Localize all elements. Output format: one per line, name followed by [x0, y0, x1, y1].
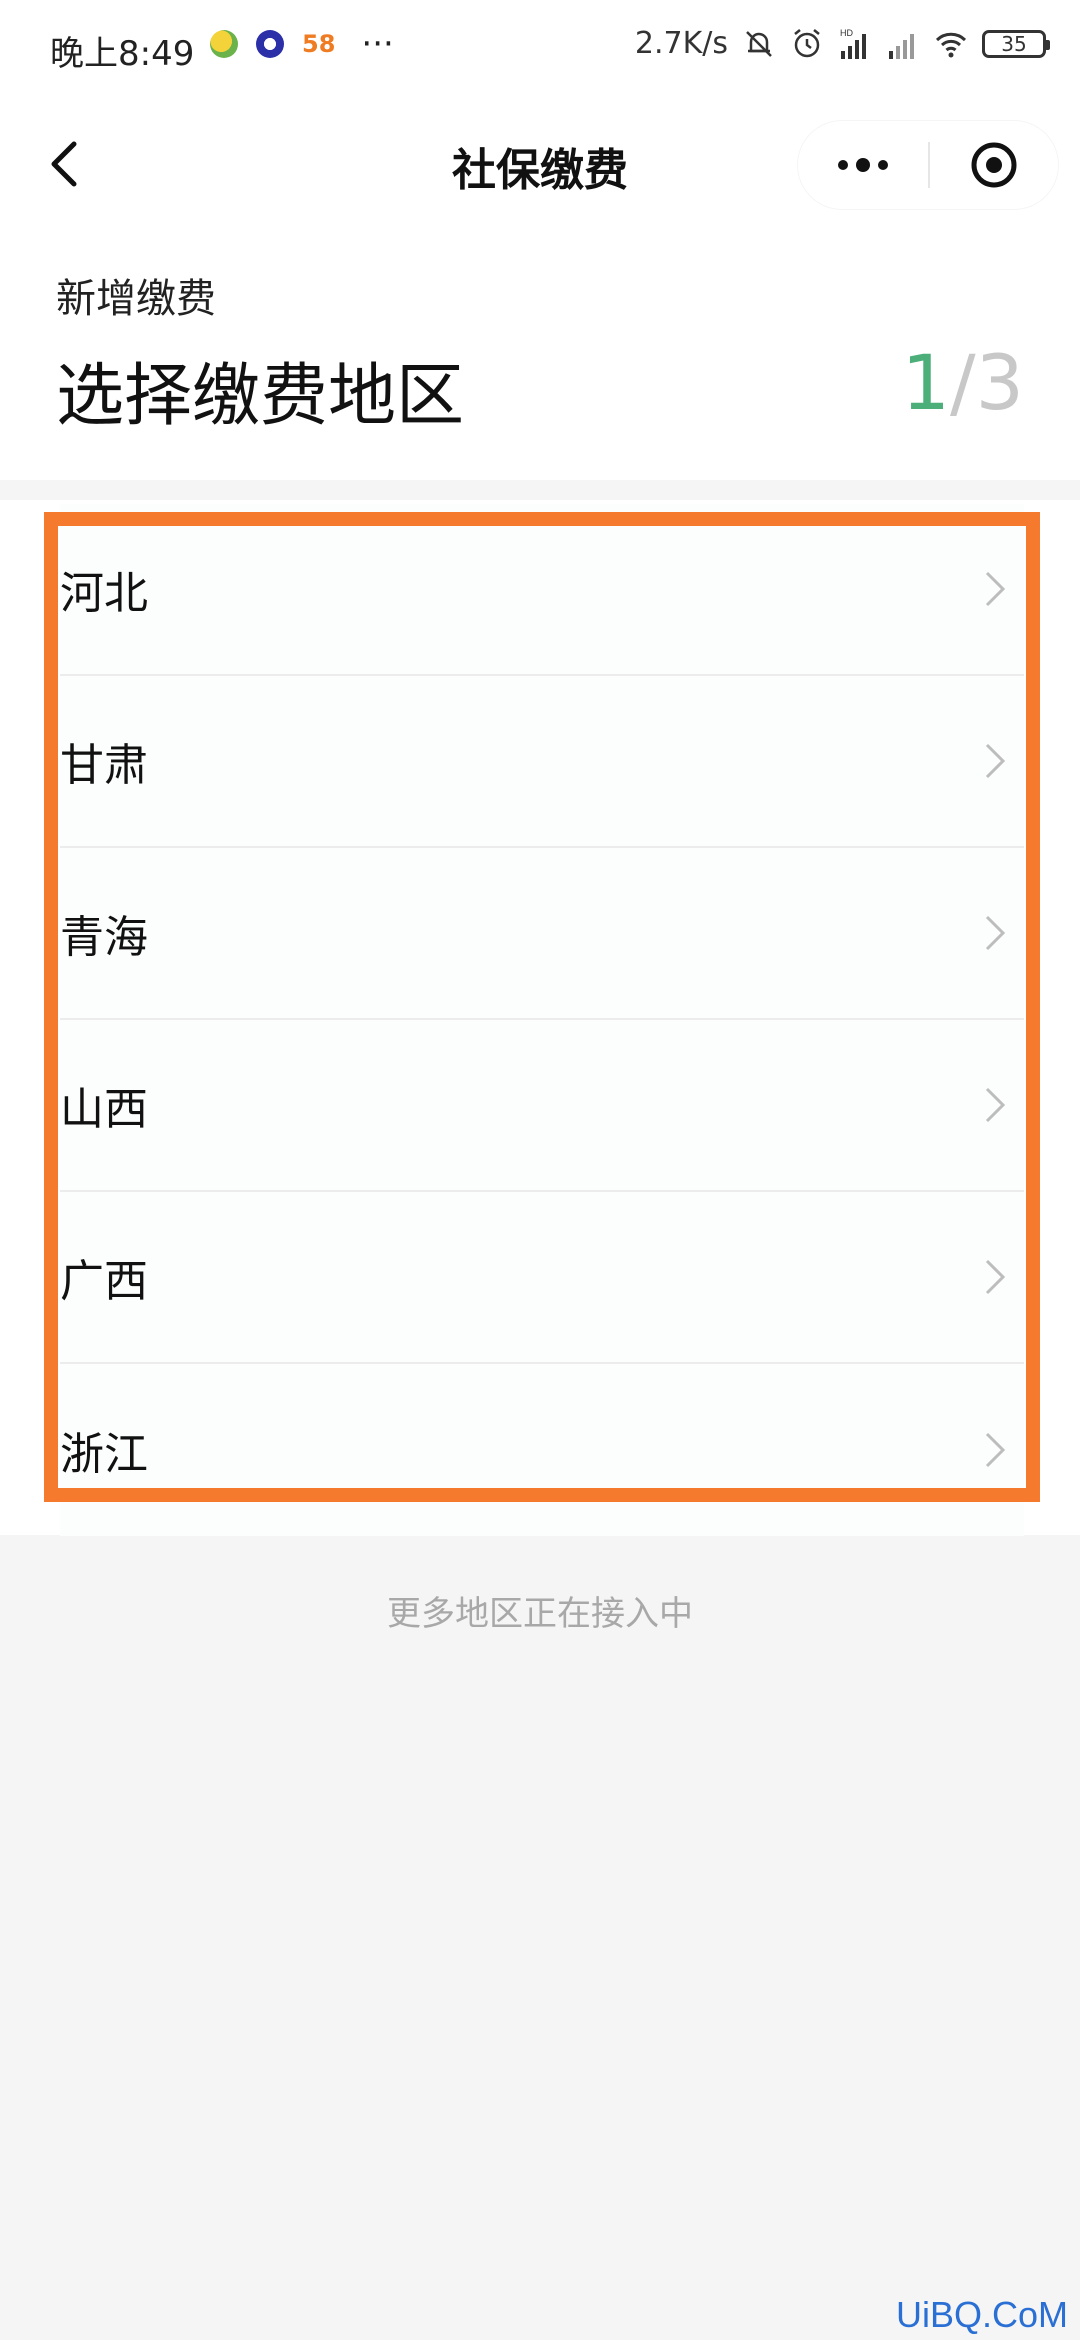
status-right: 2.7K/s HD 35: [634, 26, 1050, 61]
region-label: 青海: [60, 912, 148, 963]
region-list: 河北 甘肃 青海 山西 广西 浙江: [0, 500, 1080, 1536]
more-notifications-icon: ···: [361, 24, 394, 64]
page-header: 新增缴费 选择缴费地区 1/3: [0, 230, 1080, 480]
app-notification-icon: [210, 30, 238, 58]
list-item[interactable]: 青海: [60, 848, 1024, 1020]
region-label: 甘肃: [60, 740, 148, 791]
footer-note: 更多地区正在接入中: [387, 1594, 693, 1634]
list-item[interactable]: 山西: [60, 1020, 1024, 1192]
chevron-right-icon: [985, 1087, 1006, 1123]
network-speed: 2.7K/s: [634, 26, 728, 61]
list-item[interactable]: 河北: [60, 504, 1024, 676]
chevron-right-icon: [985, 915, 1006, 951]
chevron-right-icon: [985, 1259, 1006, 1295]
chevron-right-icon: [985, 571, 1006, 607]
alarm-icon: [794, 28, 820, 57]
list-item[interactable]: 甘肃: [60, 676, 1024, 848]
list-item[interactable]: 浙江: [60, 1364, 1024, 1536]
svg-text:HD: HD: [840, 28, 853, 38]
region-label: 广西: [60, 1256, 148, 1307]
list-item[interactable]: 广西: [60, 1192, 1024, 1364]
mini-program-capsule: [798, 121, 1058, 209]
signal-hd-icon: HD: [840, 28, 866, 59]
more-dots-icon: [838, 158, 888, 172]
battery-icon: 35: [982, 29, 1050, 58]
signal-icon: [889, 33, 914, 59]
nav-bar: 社保缴费: [0, 100, 1080, 230]
step-separator: /: [950, 338, 976, 427]
bell-muted-icon: [746, 30, 772, 57]
watermark: UiBQ.CoM: [895, 2294, 1068, 2335]
step-current: 1: [901, 338, 951, 427]
step-total: 3: [975, 338, 1024, 427]
app-58-icon: 58: [302, 30, 336, 58]
header-title: 选择缴费地区: [56, 357, 465, 436]
more-options-button[interactable]: [798, 121, 928, 209]
app-notification-icon: [256, 30, 284, 58]
close-mini-program-button[interactable]: [930, 121, 1058, 209]
status-bar: 晚上8:49 58 ··· 2.7K/s HD 35: [0, 0, 1080, 100]
status-time: 晚上8:49: [50, 34, 195, 74]
header-subtitle: 新增缴费: [56, 276, 216, 322]
region-label: 河北: [60, 568, 148, 619]
chevron-right-icon: [985, 1432, 1006, 1468]
region-label: 山西: [60, 1084, 148, 1135]
target-close-icon: [971, 142, 1017, 188]
chevron-right-icon: [985, 743, 1006, 779]
status-app-icons: 58 ···: [210, 24, 394, 64]
region-label: 浙江: [60, 1429, 148, 1480]
wifi-icon: [935, 32, 967, 57]
step-indicator: 1/3: [902, 338, 1024, 427]
